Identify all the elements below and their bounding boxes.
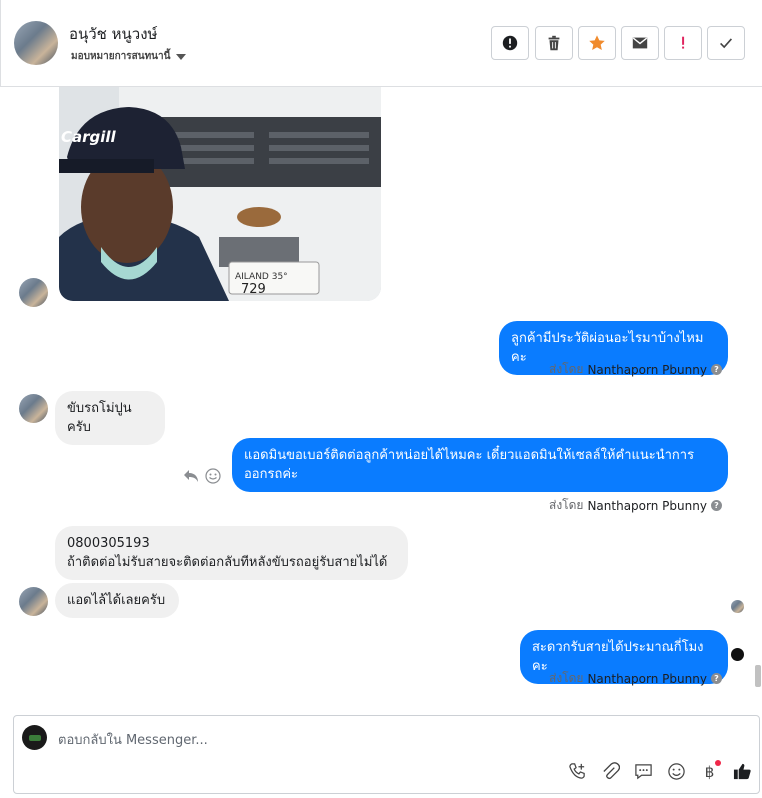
read-receipt-avatar: [731, 600, 744, 613]
assign-label: มอบหมายการสนทนานี้: [71, 51, 171, 62]
message-actions: [183, 468, 221, 484]
received-photo[interactable]: AILAND 35° 729 Cargill: [59, 87, 381, 301]
delete-button[interactable]: [535, 26, 573, 60]
photo-content: AILAND 35° 729 Cargill: [59, 87, 381, 301]
trash-icon: [548, 35, 560, 51]
call-button[interactable]: [566, 760, 589, 783]
follow-up-button[interactable]: [664, 26, 702, 60]
reply-composer: ฿: [13, 715, 760, 794]
customer-avatar: [19, 278, 48, 307]
email-icon: [632, 37, 648, 49]
incoming-message[interactable]: แอดไล้ได้เลยครับ: [55, 583, 179, 618]
help-icon[interactable]: ?: [710, 673, 722, 684]
reply-icon[interactable]: [183, 469, 199, 483]
incoming-message[interactable]: ขับรถโม่ปูนครับ: [55, 391, 165, 445]
like-icon: [733, 763, 751, 780]
help-icon[interactable]: ?: [710, 364, 722, 375]
incoming-message[interactable]: 0800305193 ถ้าติดต่อไม่รับสายจะติดต่อกลั…: [55, 526, 408, 580]
sent-by-label: ส่งโดย Nanthaporn Pbunny ?: [549, 496, 722, 515]
saved-reply-icon: [635, 764, 652, 780]
notification-dot: [715, 760, 721, 766]
sent-by-prefix: ส่งโดย: [549, 362, 584, 376]
customer-avatar: [19, 587, 48, 616]
mark-spam-button[interactable]: [491, 26, 529, 60]
sender-name[interactable]: Nanthaporn Pbunny: [587, 363, 706, 377]
sent-by-label: ส่งโดย Nanthaporn Pbunny ?: [549, 669, 722, 688]
sent-by-prefix: ส่งโดย: [549, 671, 584, 685]
like-button[interactable]: [731, 760, 754, 783]
star-button[interactable]: [578, 26, 616, 60]
outgoing-message[interactable]: แอดมินขอเบอร์ติดต่อลูกค้าหน่อยได้ไหมคะ เ…: [232, 438, 728, 492]
call-icon: [569, 763, 585, 779]
scrollbar-thumb[interactable]: [755, 665, 761, 687]
spam-icon: [502, 35, 518, 51]
reply-input[interactable]: [58, 730, 658, 750]
attach-icon: [603, 762, 620, 780]
customer-avatar: [19, 394, 48, 423]
mark-unread-button[interactable]: [621, 26, 659, 60]
cargill-logo: Cargill: [61, 128, 117, 146]
emoji-button[interactable]: [665, 760, 688, 783]
sender-name[interactable]: Nanthaporn Pbunny: [587, 499, 706, 513]
sent-by-label: ส่งโดย Nanthaporn Pbunny ?: [549, 360, 722, 379]
mark-done-button[interactable]: [707, 26, 745, 60]
check-icon: [720, 38, 733, 49]
react-emoji-icon[interactable]: [205, 468, 221, 484]
page-seen-avatar: [731, 648, 744, 661]
help-icon[interactable]: ?: [710, 500, 722, 511]
payment-button[interactable]: ฿: [698, 760, 721, 783]
caret-down-icon: [176, 53, 187, 60]
sent-by-prefix: ส่งโดย: [549, 498, 584, 512]
exclamation-icon: [682, 36, 685, 49]
page-avatar: [22, 725, 47, 750]
composer-toolbar: ฿: [566, 760, 754, 783]
baht-icon: ฿: [704, 762, 715, 781]
sender-name[interactable]: Nanthaporn Pbunny: [587, 672, 706, 686]
svg-text:AILAND 35°: AILAND 35°: [235, 272, 288, 282]
star-icon: [589, 35, 605, 51]
conversation-header: อนุวัช หนูวงษ์ มอบหมายการสนทนานี้: [0, 0, 762, 87]
customer-avatar[interactable]: [14, 21, 58, 65]
saved-reply-button[interactable]: [632, 760, 655, 783]
svg-text:729: 729: [241, 282, 266, 297]
assign-conversation-dropdown[interactable]: มอบหมายการสนทนานี้: [71, 49, 187, 64]
emoji-icon: [668, 763, 685, 780]
customer-name[interactable]: อนุวัช หนูวงษ์: [69, 22, 157, 46]
attach-button[interactable]: [599, 760, 622, 783]
